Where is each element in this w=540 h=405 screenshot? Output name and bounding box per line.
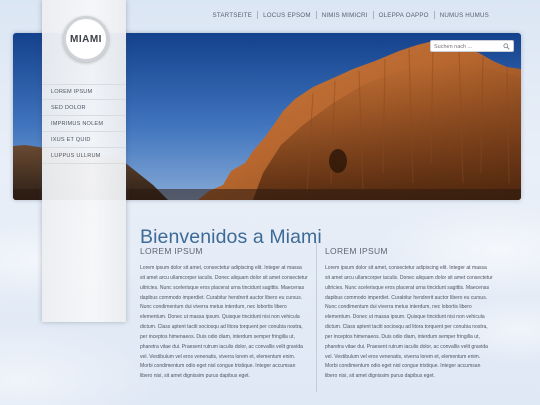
sidebar-item-luppus-ullrum[interactable]: LUPPUS ULLRUM <box>42 148 126 164</box>
topnav-link-startseite[interactable]: STARTSEITE <box>208 12 258 19</box>
sidebar-item-lorem-ipsum[interactable]: LOREM IPSUM <box>42 84 126 100</box>
logo-text: MIAMI <box>70 33 102 45</box>
sidebar-item-sed-dolor[interactable]: SED DOLOR <box>42 100 126 116</box>
search-input[interactable] <box>434 42 502 51</box>
site-logo[interactable]: MIAMI <box>63 16 109 62</box>
top-navigation: STARTSEITE LOCUS EPSOM NIMIS MIMICRI OLE… <box>208 11 495 19</box>
search-icon[interactable] <box>503 43 510 50</box>
column-heading: LOREM IPSUM <box>140 246 203 256</box>
column-heading: LOREM IPSUM <box>325 246 388 256</box>
content-column-right: LOREM IPSUM Lorem ipsum dolor sit amet, … <box>325 246 493 382</box>
sidebar-item-imprimus-nolem[interactable]: IMPRIMUS NOLEM <box>42 116 126 132</box>
topnav-link-locus-epsom[interactable]: LOCUS EPSOM <box>258 12 316 19</box>
column-body-text: Lorem ipsum dolor sit amet, consectetur … <box>325 265 493 380</box>
sidebar-item-ixus-et-quid[interactable]: IXUS ET QUID <box>42 132 126 148</box>
topnav-link-nimis-mimicri[interactable]: NIMIS MIMICRI <box>317 12 373 19</box>
topnav-link-oleppa-oappo[interactable]: OLEPPA OAPPO <box>374 12 434 19</box>
content-column-left: LOREM IPSUM Lorem ipsum dolor sit amet, … <box>140 246 308 382</box>
column-divider <box>316 242 317 392</box>
sidebar-menu: LOREM IPSUM SED DOLOR IMPRIMUS NOLEM IXU… <box>42 84 126 164</box>
topnav-link-numus-humus[interactable]: NUMUS HUMUS <box>435 12 494 19</box>
search-box[interactable] <box>430 40 514 52</box>
column-body-text: Lorem ipsum dolor sit amet, consectetur … <box>140 265 308 380</box>
